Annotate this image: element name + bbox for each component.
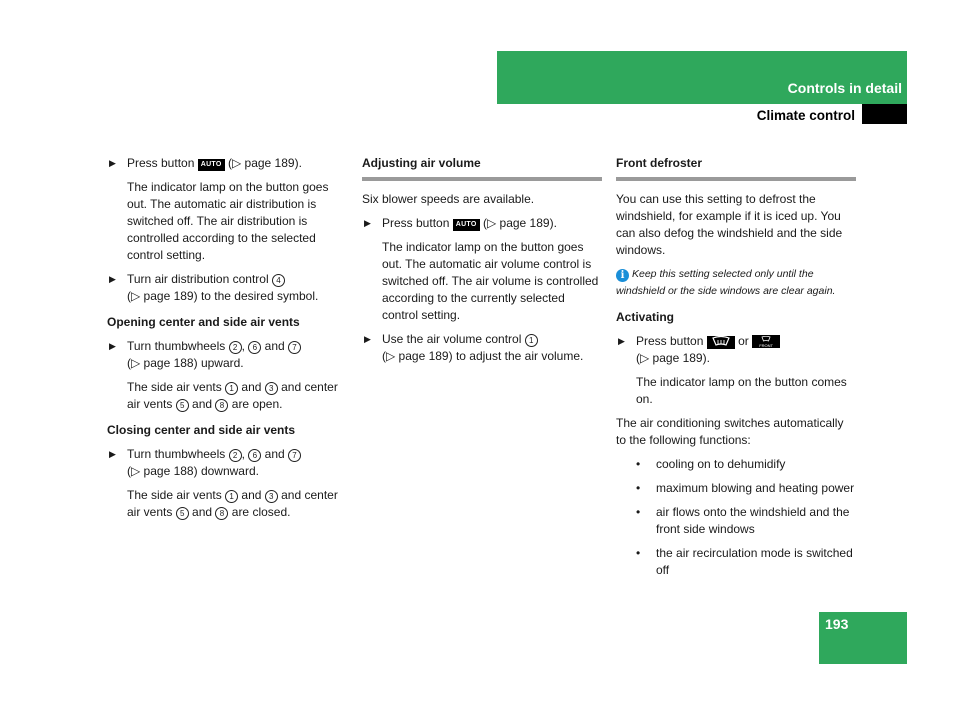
arrow-bullet-icon: ▶ <box>109 274 116 284</box>
step-open-vents: ▶ Turn thumbwheels 2, 6 and 7 (▷ page 18… <box>107 338 347 372</box>
page-number: 193 <box>825 616 849 632</box>
arrow-bullet-icon: ▶ <box>109 341 116 351</box>
heading-front-defroster: Front defroster <box>616 155 856 181</box>
callout-number: 7 <box>288 341 302 354</box>
heading-activating: Activating <box>616 310 675 324</box>
step-press-auto: ▶ Press button AUTO (▷ page 189). <box>364 216 557 231</box>
step-press-defrost: ▶ Press button or FRONT (▷ page 189). <box>616 333 856 367</box>
step-result: The side air vents 1 and 3 and center ai… <box>127 380 338 412</box>
callout-number: 8 <box>215 399 229 412</box>
bullet-icon: • <box>636 505 641 519</box>
callout-number: 2 <box>228 449 242 462</box>
section-marker <box>862 104 907 124</box>
step-result: The indicator lamp on the button goes ou… <box>127 180 329 262</box>
callout-number: 6 <box>248 341 262 354</box>
chapter-header-bar <box>497 51 907 104</box>
step-result: The indicator lamp on the button goes ou… <box>382 240 599 322</box>
step-result: The side air vents 1 and 3 and center ai… <box>127 488 338 520</box>
page-reference[interactable]: (▷ page 189). <box>483 216 557 230</box>
column-2: Adjusting air volume Six blower speeds a… <box>362 155 602 372</box>
page-reference[interactable]: (▷ page 188) downward. <box>127 464 259 478</box>
heading-air-volume: Adjusting air volume <box>362 155 602 181</box>
list-item: • maximum blowing and heating power <box>636 481 855 495</box>
page-reference[interactable]: (▷ page 188) upward. <box>127 356 244 370</box>
callout-number: 6 <box>248 449 262 462</box>
list-item: • the air recirculation mode is switched … <box>636 546 853 577</box>
arrow-bullet-icon: ▶ <box>109 449 116 459</box>
callout-number: 3 <box>264 490 278 503</box>
heading-closing-vents: Closing center and side air vents <box>107 423 296 437</box>
callout-number: 2 <box>228 341 242 354</box>
intro-text: You can use this setting to defrost the … <box>616 192 843 257</box>
windshield-defrost-button-icon <box>706 335 735 349</box>
callout-number: 5 <box>175 507 189 520</box>
section-title: Climate control <box>756 108 855 123</box>
page-number-box: 193 <box>819 612 907 664</box>
callout-number: 1 <box>524 334 538 347</box>
callout-number: 5 <box>175 399 189 412</box>
intro-text: Six blower speeds are available. <box>362 192 535 206</box>
callout-number: 7 <box>288 449 302 462</box>
auto-button-icon: AUTO <box>452 219 480 231</box>
arrow-bullet-icon: ▶ <box>364 334 371 344</box>
chapter-title: Controls in detail <box>787 80 902 96</box>
page-reference[interactable]: (▷ page 189) to adjust the air volume. <box>382 349 583 363</box>
list-item: • air flows onto the windshield and the f… <box>636 505 850 536</box>
column-1: ▶ Press button AUTO (▷ page 189). The in… <box>107 155 347 528</box>
step-air-volume-control: ▶ Use the air volume control 1 (▷ page 1… <box>364 332 584 363</box>
step-close-vents: ▶ Turn thumbwheels 2, 6 and 7 (▷ page 18… <box>107 446 347 480</box>
list-item: • cooling on to dehumidify <box>636 457 786 471</box>
callout-number: 4 <box>271 274 285 287</box>
arrow-bullet-icon: ▶ <box>618 336 625 346</box>
step-result: The indicator lamp on the button comes o… <box>636 375 847 406</box>
bullet-icon: • <box>636 546 641 560</box>
callout-number: 3 <box>264 382 278 395</box>
arrow-bullet-icon: ▶ <box>364 218 371 228</box>
step-press-auto: ▶ Press button AUTO (▷ page 189). <box>109 156 302 171</box>
arrow-bullet-icon: ▶ <box>109 158 116 168</box>
bullet-icon: • <box>636 457 641 471</box>
page-reference[interactable]: (▷ page 189). <box>636 351 710 365</box>
column-3: Front defroster You can use this setting… <box>616 155 856 586</box>
info-note: i Keep this setting selected only until t… <box>616 268 836 297</box>
callout-number: 1 <box>225 490 239 503</box>
heading-opening-vents: Opening center and side air vents <box>107 315 300 329</box>
step-air-distribution: ▶ Turn air distribution control 4 (▷ pag… <box>109 272 319 303</box>
callout-number: 1 <box>225 382 239 395</box>
auto-button-icon: AUTO <box>197 159 225 171</box>
page-reference[interactable]: (▷ page 189) to the desired symbol. <box>127 289 318 303</box>
callout-number: 8 <box>215 507 229 520</box>
front-defrost-button-icon: FRONT <box>752 335 781 348</box>
functions-intro: The air conditioning switches automatica… <box>616 416 844 447</box>
bullet-icon: • <box>636 481 641 495</box>
info-icon: i <box>616 269 629 282</box>
